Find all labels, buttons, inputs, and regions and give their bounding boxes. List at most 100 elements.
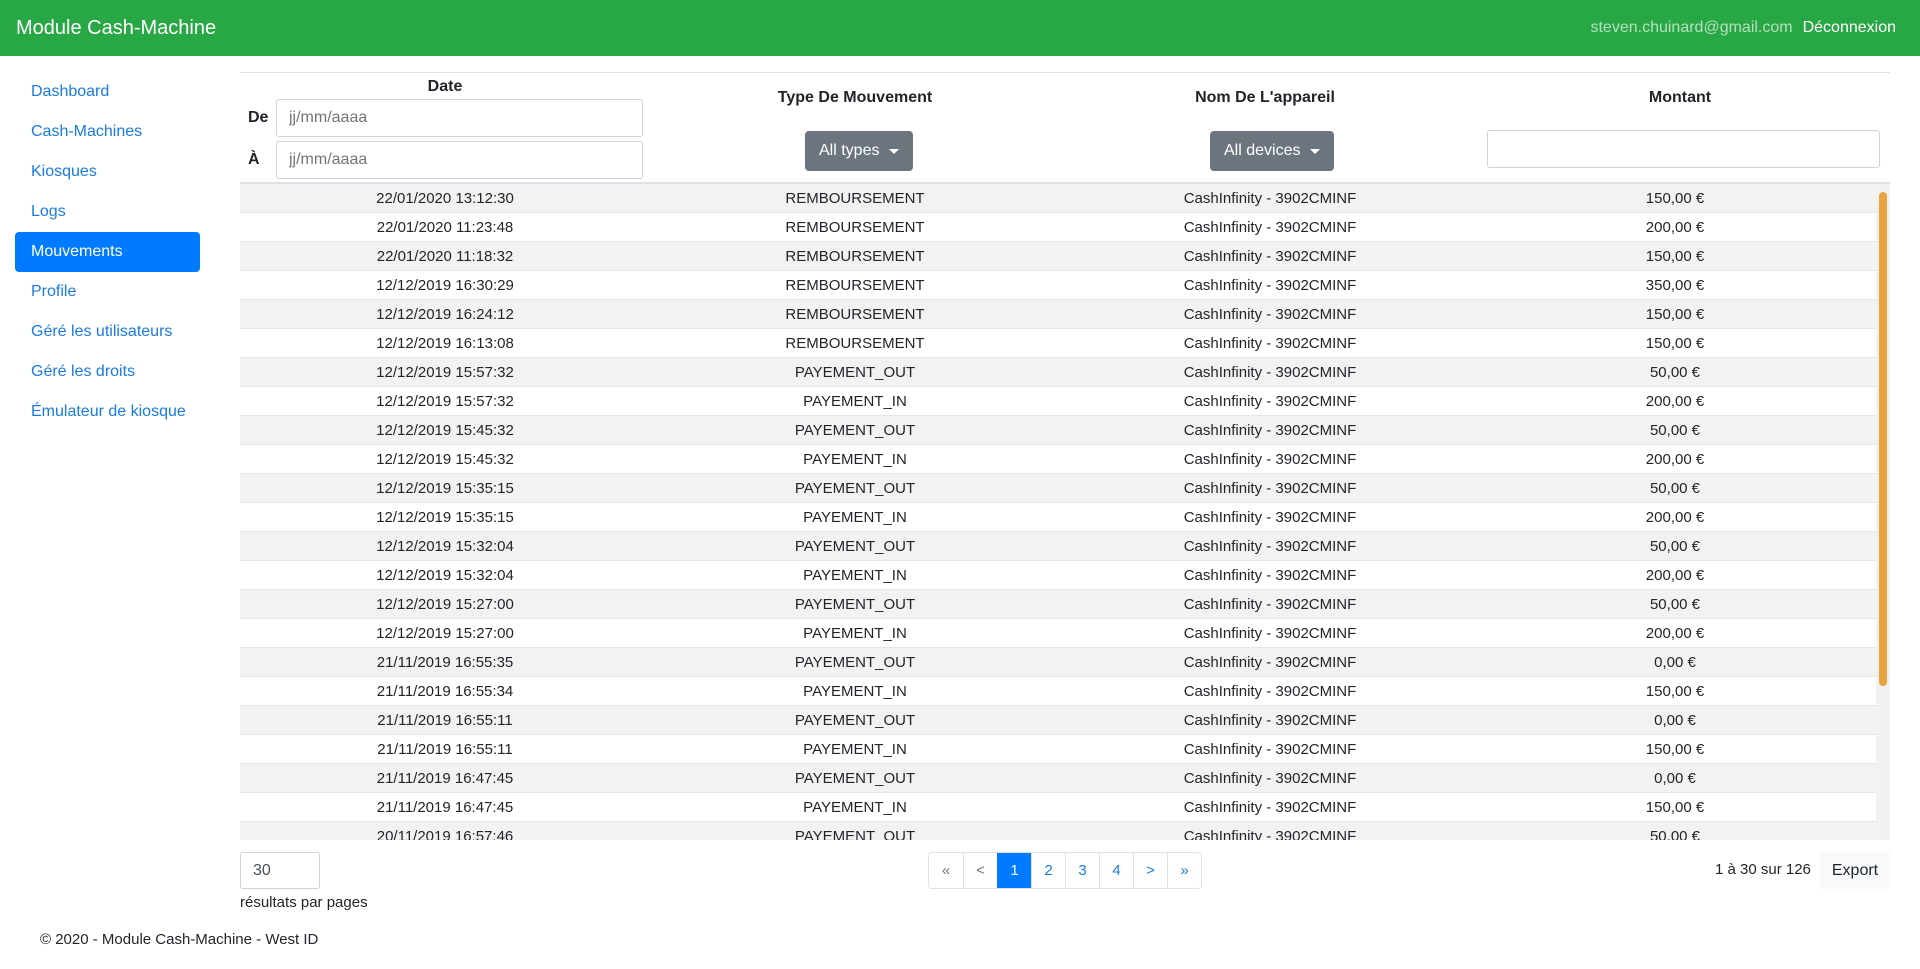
- table-row[interactable]: 12/12/2019 15:35:15 PAYEMENT_IN CashInfini…: [240, 503, 1890, 532]
- cell-device: CashInfinity - 3902CMINF: [1183, 770, 1357, 787]
- sidebar-item-dashboard[interactable]: Dashboard: [15, 72, 200, 112]
- per-page-label: résultats par pages: [240, 894, 368, 911]
- table-row[interactable]: 21/11/2019 16:55:35 PAYEMENT_OUT CashInfin…: [240, 648, 1890, 677]
- table-row[interactable]: 21/11/2019 16:55:11 PAYEMENT_IN CashInfini…: [240, 735, 1890, 764]
- cell-date: 12/12/2019 15:35:15: [376, 509, 514, 526]
- cell-device: CashInfinity - 3902CMINF: [1183, 422, 1357, 439]
- amount-filter-input[interactable]: [1487, 130, 1880, 168]
- amount-header: Montant: [1648, 89, 1712, 106]
- scrollbar-thumb[interactable]: [1879, 192, 1887, 686]
- cell-date: 12/12/2019 15:27:00: [376, 625, 514, 642]
- table-row[interactable]: 12/12/2019 15:57:32 PAYEMENT_OUT CashInfin…: [240, 358, 1890, 387]
- page-last[interactable]: »: [1167, 853, 1201, 888]
- page-1[interactable]: 1: [997, 853, 1031, 888]
- device-dropdown-button[interactable]: All devices: [1210, 131, 1335, 171]
- table-row[interactable]: 12/12/2019 16:24:12 REMBOURSEMENT CashInfi…: [240, 300, 1890, 329]
- sidebar-item-kiosques[interactable]: Kiosques: [15, 152, 200, 192]
- cell-date: 12/12/2019 15:45:32: [376, 422, 514, 439]
- type-dropdown-button[interactable]: All types: [805, 131, 914, 171]
- cell-type: PAYEMENT_OUT: [794, 422, 916, 439]
- cell-amount: 200,00 €: [1645, 451, 1705, 468]
- page-4[interactable]: 4: [1099, 853, 1133, 888]
- sidebar-item-profile[interactable]: Profile: [15, 272, 200, 312]
- page-prev[interactable]: <: [963, 853, 997, 888]
- table-row[interactable]: 12/12/2019 15:32:04 PAYEMENT_OUT CashInfin…: [240, 532, 1890, 561]
- table-row[interactable]: 21/11/2019 16:55:11 PAYEMENT_OUT CashInfin…: [240, 706, 1890, 735]
- page-2[interactable]: 2: [1031, 853, 1065, 888]
- cell-type: PAYEMENT_OUT: [794, 654, 916, 671]
- filter-header: Date De À Type De Mouvement All types No…: [240, 70, 1890, 182]
- table-row[interactable]: 12/12/2019 15:27:00 PAYEMENT_OUT CashInfin…: [240, 590, 1890, 619]
- cell-amount: 350,00 €: [1645, 277, 1705, 294]
- table-row[interactable]: 12/12/2019 16:30:29 REMBOURSEMENT CashInfi…: [240, 271, 1890, 300]
- table-row[interactable]: 21/11/2019 16:47:45 PAYEMENT_OUT CashInfin…: [240, 764, 1890, 793]
- cell-device: CashInfinity - 3902CMINF: [1183, 190, 1357, 207]
- table-row[interactable]: 20/11/2019 16:57:46 PAYEMENT_OUT CashInfin…: [240, 822, 1890, 840]
- table-row[interactable]: 22/01/2020 11:18:32 REMBOURSEMENT CashInfi…: [240, 242, 1890, 271]
- cell-date: 21/11/2019 16:47:45: [376, 770, 514, 787]
- cell-date: 12/12/2019 15:57:32: [376, 364, 514, 381]
- cell-amount: 50,00 €: [1649, 828, 1701, 840]
- table-row[interactable]: 12/12/2019 15:27:00 PAYEMENT_IN CashInfini…: [240, 619, 1890, 648]
- table-row[interactable]: 12/12/2019 15:35:15 PAYEMENT_OUT CashInfin…: [240, 474, 1890, 503]
- date-from-row: De: [248, 98, 643, 138]
- cell-type: REMBOURSEMENT: [785, 306, 925, 323]
- cell-device: CashInfinity - 3902CMINF: [1183, 451, 1357, 468]
- sidebar-item-mouvements[interactable]: Mouvements: [15, 232, 200, 272]
- cell-date: 12/12/2019 16:13:08: [376, 335, 514, 352]
- table-row[interactable]: 12/12/2019 15:57:32 PAYEMENT_IN CashInfini…: [240, 387, 1890, 416]
- table-row[interactable]: 21/11/2019 16:47:45 PAYEMENT_IN CashInfini…: [240, 793, 1890, 822]
- cell-amount: 200,00 €: [1645, 219, 1705, 236]
- cell-type: PAYEMENT_IN: [803, 625, 907, 642]
- cell-type: REMBOURSEMENT: [785, 335, 925, 352]
- per-page-input[interactable]: 30: [240, 852, 320, 889]
- cell-amount: 0,00 €: [1654, 712, 1696, 729]
- cell-type: REMBOURSEMENT: [785, 219, 925, 236]
- date-to-input[interactable]: [276, 141, 643, 179]
- cell-amount: 0,00 €: [1654, 770, 1696, 787]
- cell-type: PAYEMENT_IN: [803, 683, 907, 700]
- cell-type: PAYEMENT_OUT: [794, 828, 916, 840]
- cell-amount: 150,00 €: [1645, 335, 1705, 352]
- sidebar-item-cash-machines[interactable]: Cash-Machines: [15, 112, 200, 152]
- cell-type: PAYEMENT_IN: [803, 741, 907, 758]
- cell-date: 12/12/2019 15:32:04: [376, 567, 514, 584]
- cell-device: CashInfinity - 3902CMINF: [1183, 277, 1357, 294]
- export-button[interactable]: Export: [1820, 852, 1890, 889]
- cell-amount: 50,00 €: [1649, 538, 1701, 555]
- cell-type: PAYEMENT_IN: [803, 393, 907, 410]
- table-row[interactable]: 12/12/2019 15:32:04 PAYEMENT_IN CashInfini…: [240, 561, 1890, 590]
- page-first[interactable]: «: [929, 853, 963, 888]
- cell-device: CashInfinity - 3902CMINF: [1183, 393, 1357, 410]
- cell-date: 21/11/2019 16:47:45: [376, 799, 514, 816]
- table-row[interactable]: 12/12/2019 16:13:08 REMBOURSEMENT CashInfi…: [240, 329, 1890, 358]
- cell-device: CashInfinity - 3902CMINF: [1183, 741, 1357, 758]
- sidebar-item-g-r-les-droits[interactable]: Géré les droits: [15, 352, 200, 392]
- cell-date: 22/01/2020 13:12:30: [376, 190, 514, 207]
- sidebar-item-logs[interactable]: Logs: [15, 192, 200, 232]
- caret-down-icon: [1310, 148, 1321, 154]
- table-row[interactable]: 22/01/2020 13:12:30 REMBOURSEMENT CashInfi…: [240, 184, 1890, 213]
- cell-device: CashInfinity - 3902CMINF: [1183, 828, 1357, 840]
- cell-type: PAYEMENT_IN: [803, 799, 907, 816]
- page-3[interactable]: 3: [1065, 853, 1099, 888]
- table-row[interactable]: 22/01/2020 11:23:48 REMBOURSEMENT CashInfi…: [240, 213, 1890, 242]
- cell-amount: 150,00 €: [1645, 190, 1705, 207]
- cell-device: CashInfinity - 3902CMINF: [1183, 625, 1357, 642]
- table-row[interactable]: 12/12/2019 15:45:32 PAYEMENT_IN CashInfini…: [240, 445, 1890, 474]
- footer-text: © 2020 - Module Cash-Machine - West ID: [40, 931, 319, 948]
- table-row[interactable]: 12/12/2019 15:45:32 PAYEMENT_OUT CashInfin…: [240, 416, 1890, 445]
- brand-title[interactable]: Module Cash-Machine: [16, 17, 216, 40]
- date-from-input[interactable]: [276, 99, 643, 137]
- table-row[interactable]: 21/11/2019 16:55:34 PAYEMENT_IN CashInfini…: [240, 677, 1890, 706]
- cell-amount: 50,00 €: [1649, 364, 1701, 381]
- sidebar-item--mulateur-de-kiosque[interactable]: Émulateur de kiosque: [15, 392, 200, 432]
- page-next[interactable]: >: [1133, 853, 1167, 888]
- cell-amount: 50,00 €: [1649, 422, 1701, 439]
- movements-table[interactable]: 22/01/2020 13:12:30 REMBOURSEMENT CashInfi…: [240, 182, 1890, 840]
- sidebar-item-g-r-les-utilisateurs[interactable]: Géré les utilisateurs: [15, 312, 200, 352]
- logout-link[interactable]: Déconnexion: [1803, 19, 1896, 37]
- table-scrollbar[interactable]: [1876, 184, 1890, 840]
- nav-right: steven.chuinard@gmail.com Déconnexion: [1590, 19, 1896, 37]
- cell-type: PAYEMENT_OUT: [794, 364, 916, 381]
